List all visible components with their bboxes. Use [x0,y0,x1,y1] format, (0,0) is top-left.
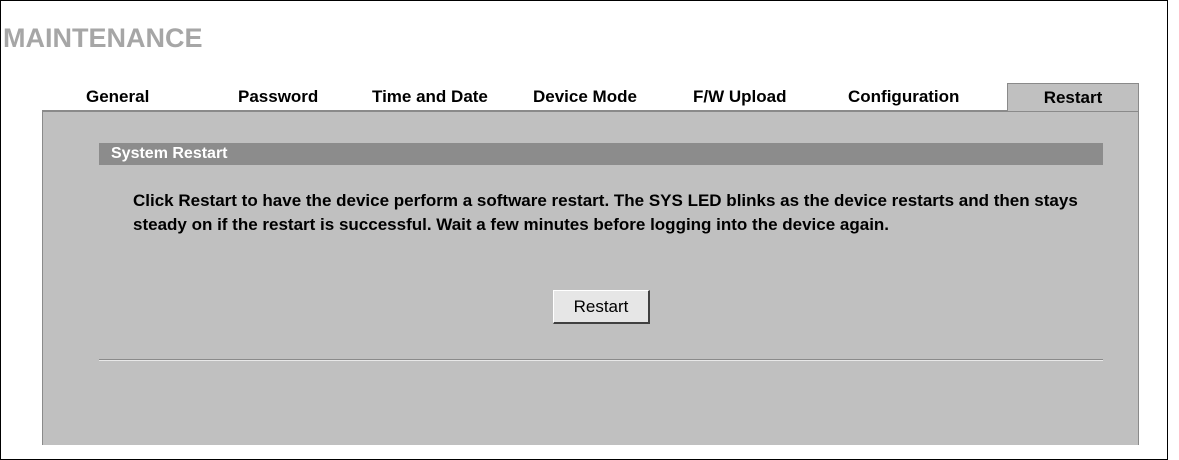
tab-bar: General Password Time and Date Device Mo… [42,83,1139,111]
restart-button[interactable]: Restart [553,290,650,324]
tab-time-and-date[interactable]: Time and Date [372,83,488,111]
tab-configuration[interactable]: Configuration [848,83,959,111]
section-header-system-restart: System Restart [99,143,1103,165]
tab-fw-upload[interactable]: F/W Upload [693,83,786,111]
section-divider [99,359,1103,361]
tab-password[interactable]: Password [238,83,318,111]
restart-description: Click Restart to have the device perform… [133,191,1078,234]
page-title: MAINTENANCE [3,23,203,53]
tab-device-mode[interactable]: Device Mode [533,83,637,111]
tab-restart[interactable]: Restart [1007,83,1139,111]
tab-general[interactable]: General [86,83,149,111]
